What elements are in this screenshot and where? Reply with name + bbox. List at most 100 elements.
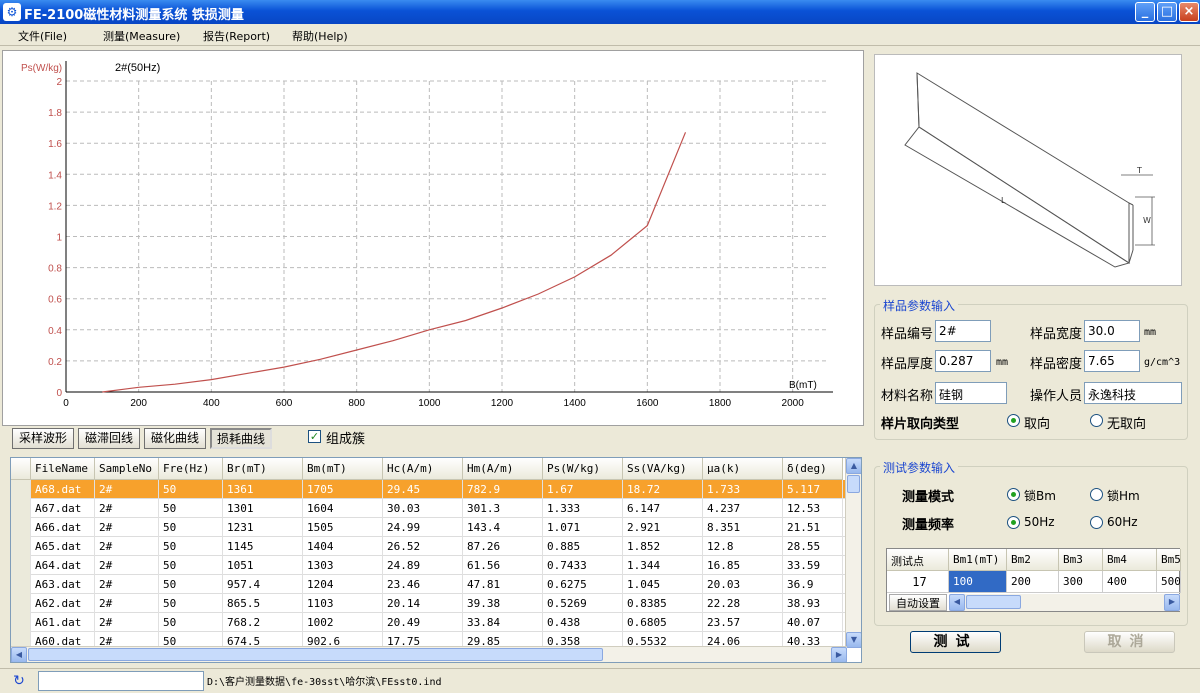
column-header[interactable]: Br(mT) — [223, 458, 303, 480]
table-row[interactable]: A67.dat 2# 50 1301 1604 30.03 301.3 1.333 6.147 4… — [11, 499, 847, 518]
status-input[interactable] — [38, 671, 204, 691]
material-name-input[interactable]: 硅钢 — [935, 382, 1007, 404]
freq-50-radio[interactable] — [1007, 516, 1020, 529]
sample-density-input[interactable]: 7.65 — [1084, 350, 1140, 372]
test-grid-scroll-left-icon[interactable]: ◀ — [949, 594, 965, 611]
table-cell: 40.07 — [783, 613, 843, 632]
table-row[interactable]: A61.dat 2# 50 768.2 1002 20.49 33.84 0.438 0.680… — [11, 613, 847, 632]
table-cell: 23.46 — [383, 575, 463, 594]
column-header[interactable]: Bm(mT) — [303, 458, 383, 480]
row-selector[interactable] — [11, 594, 31, 613]
table-cell: 24.99 — [383, 518, 463, 537]
row-selector[interactable] — [11, 518, 31, 537]
sample-width-input[interactable]: 30.0 — [1084, 320, 1140, 342]
column-header[interactable]: Ps(W/kg) — [543, 458, 623, 480]
row-selector[interactable] — [11, 537, 31, 556]
bm2-input[interactable]: 200 — [1007, 571, 1059, 593]
sample-no-input[interactable]: 2# — [935, 320, 991, 342]
menu-report[interactable]: 报告(Report) — [203, 28, 270, 44]
horizontal-scroll-thumb[interactable] — [28, 648, 603, 661]
table-cell: A65.dat — [31, 537, 95, 556]
tab-sample-waveform[interactable]: 采样波形 — [12, 428, 74, 449]
table-cell: 1301 — [223, 499, 303, 518]
column-header[interactable]: SampleNo — [95, 458, 159, 480]
scroll-up-icon[interactable]: ▲ — [846, 458, 861, 474]
table-cell: 2# — [95, 594, 159, 613]
row-selector[interactable] — [11, 575, 31, 594]
table-cell: 1103 — [303, 594, 383, 613]
column-header[interactable]: FileName — [31, 458, 95, 480]
test-grid-scroll-right-icon[interactable]: ▶ — [1164, 594, 1180, 611]
test-grid-scrollbar[interactable]: ◀ ▶ — [949, 594, 1180, 611]
vertical-scrollbar[interactable]: ▲ ▼ — [845, 458, 861, 648]
table-row[interactable]: A62.dat 2# 50 865.5 1103 20.14 39.38 0.5269 0.83… — [11, 594, 847, 613]
menu-help[interactable]: 帮助(Help) — [292, 28, 348, 44]
width-label: W — [1143, 216, 1151, 225]
maximize-button[interactable]: □ — [1157, 2, 1177, 22]
test-params-title: 测试参数输入 — [880, 459, 959, 476]
table-cell: 20.49 — [383, 613, 463, 632]
bm4-input[interactable]: 400 — [1103, 571, 1157, 593]
minimize-button[interactable]: _ — [1135, 2, 1155, 22]
table-row[interactable]: A65.dat 2# 50 1145 1404 26.52 87.26 0.885 1.852 1… — [11, 537, 847, 556]
mode-hm-radio[interactable] — [1090, 488, 1103, 501]
x-tick-label: 1000 — [418, 398, 441, 409]
row-selector[interactable] — [11, 499, 31, 518]
bm3-input[interactable]: 300 — [1059, 571, 1103, 593]
close-button[interactable]: × — [1179, 2, 1199, 22]
table-row[interactable]: A64.dat 2# 50 1051 1303 24.89 61.56 0.7433 1.344… — [11, 556, 847, 575]
table-row[interactable]: A68.dat 2# 50 1361 1705 29.45 782.9 1.67 18.72 1.… — [11, 480, 847, 499]
scroll-left-icon[interactable]: ◀ — [11, 647, 27, 662]
orientation-grain-radio[interactable] — [1007, 414, 1020, 427]
bm5-header: Bm5 — [1157, 549, 1181, 571]
freq-60-radio[interactable] — [1090, 516, 1103, 529]
column-header[interactable]: Ss(VA/kg) — [623, 458, 703, 480]
table-cell: 8.351 — [703, 518, 783, 537]
scroll-down-icon[interactable]: ▼ — [846, 632, 861, 648]
operator-input[interactable]: 永逸科技 — [1084, 382, 1182, 404]
points-input[interactable]: 17 — [887, 571, 949, 593]
sample-thickness-input[interactable]: 0.287 — [935, 350, 991, 372]
auto-set-button[interactable]: 自动设置 — [889, 594, 947, 611]
sample-thickness-unit: mm — [996, 357, 1009, 368]
tab-magnetization-curve[interactable]: 磁化曲线 — [144, 428, 206, 449]
menu-file[interactable]: 文件(File) — [18, 28, 67, 44]
vertical-scroll-thumb[interactable] — [847, 475, 860, 493]
table-cell: 1.071 — [543, 518, 623, 537]
table-cell: 1.344 — [623, 556, 703, 575]
material-name-label: 材料名称 — [881, 389, 934, 404]
bm5-input[interactable]: 500 — [1157, 571, 1181, 593]
tab-hysteresis-loop[interactable]: 磁滞回线 — [78, 428, 140, 449]
title-bar: ⚙ FE-2100磁性材料测量系统 铁损测量 _ □ × — [0, 0, 1200, 24]
row-selector[interactable] — [11, 556, 31, 575]
horizontal-scrollbar[interactable]: ◀ ▶ — [11, 646, 847, 662]
orientation-nongrain-radio[interactable] — [1090, 414, 1103, 427]
row-selector[interactable] — [11, 613, 31, 632]
table-cell: 2# — [95, 518, 159, 537]
mode-bm-radio[interactable] — [1007, 488, 1020, 501]
column-header[interactable]: δ(deg) — [783, 458, 843, 480]
results-table: FileName SampleNo Fre(Hz) Br(mT) Bm(mT) Hc(A/… — [10, 457, 862, 663]
bm1-input[interactable]: 100 — [949, 571, 1007, 593]
scroll-right-icon[interactable]: ▶ — [831, 647, 847, 662]
table-cell: 39.38 — [463, 594, 543, 613]
table-cell: 36.9 — [783, 575, 843, 594]
table-row[interactable]: A66.dat 2# 50 1231 1505 24.99 143.4 1.071 2.921 8… — [11, 518, 847, 537]
x-tick-label: 1800 — [709, 398, 732, 409]
cancel-button[interactable]: 取消 — [1084, 631, 1175, 653]
column-header[interactable]: Fre(Hz) — [159, 458, 223, 480]
tab-loss-curve[interactable]: 损耗曲线 — [210, 428, 272, 449]
menu-measure[interactable]: 测量(Measure) — [103, 28, 180, 44]
row-selector[interactable] — [11, 480, 31, 499]
table-row[interactable]: A63.dat 2# 50 957.4 1204 23.46 47.81 0.6275 1.04… — [11, 575, 847, 594]
table-cell: 50 — [159, 556, 223, 575]
column-header[interactable]: Hm(A/m) — [463, 458, 543, 480]
group-checkbox[interactable]: ✓ — [308, 430, 321, 443]
test-grid-scroll-thumb[interactable] — [966, 595, 1021, 609]
y-tick-label: 1 — [56, 233, 62, 244]
column-header[interactable]: μa(k) — [703, 458, 783, 480]
column-header[interactable]: Hc(A/m) — [383, 458, 463, 480]
table-cell: 50 — [159, 480, 223, 499]
test-button[interactable]: 测试 — [910, 631, 1001, 653]
table-cell: 1.045 — [623, 575, 703, 594]
